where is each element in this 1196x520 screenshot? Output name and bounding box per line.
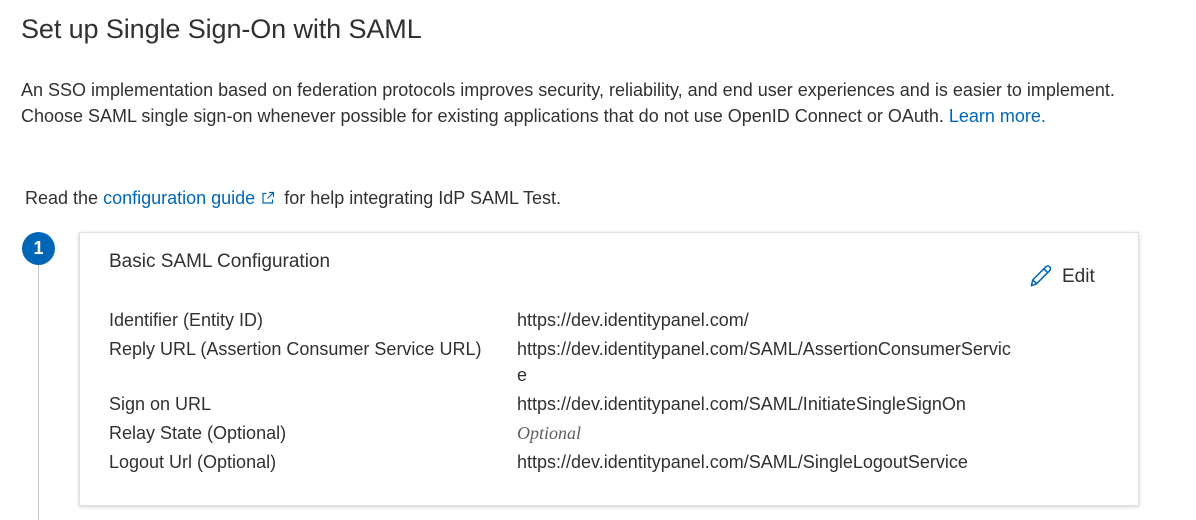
card-title: Basic SAML Configuration: [109, 251, 331, 272]
property-label: Logout Url (Optional): [109, 452, 277, 472]
edit-label: Edit: [1062, 265, 1095, 287]
property-label: Relay State (Optional): [109, 423, 287, 443]
property-value: https://dev.identitypanel.com/: [517, 310, 749, 330]
property-value-placeholder: Optional: [517, 423, 582, 443]
property-row-relay-state: Relay State (Optional) Optional: [109, 420, 1129, 446]
configuration-guide-link[interactable]: configuration guide: [103, 188, 255, 208]
property-label: Sign on URL: [109, 394, 212, 414]
configuration-guide-text: Read the configuration guide for help in…: [25, 185, 561, 211]
property-label: Reply URL (Assertion Consumer Service UR…: [109, 339, 482, 359]
property-row-reply-url: Reply URL (Assertion Consumer Service UR…: [109, 336, 1129, 388]
edit-button[interactable]: Edit: [1027, 263, 1095, 290]
step-number-badge: 1: [22, 232, 55, 265]
intro-paragraph: An SSO implementation based on federatio…: [21, 77, 1181, 129]
property-value: https://dev.identitypanel.com/SAML/Initi…: [517, 394, 966, 414]
learn-more-link[interactable]: Learn more.: [949, 106, 1046, 126]
basic-saml-configuration-card: Basic SAML Configuration Edit Identifier…: [79, 232, 1139, 506]
step-connector-line: [38, 265, 39, 520]
pencil-icon: [1030, 265, 1052, 287]
property-row-sign-on-url: Sign on URL https://dev.identitypanel.co…: [109, 391, 1129, 417]
property-value: https://dev.identitypanel.com/SAML/Asser…: [517, 339, 1011, 385]
property-value: https://dev.identitypanel.com/SAML/Singl…: [517, 452, 968, 472]
saml-properties-list: Identifier (Entity ID) https://dev.ident…: [109, 307, 1129, 478]
guide-suffix: for help integrating IdP SAML Test.: [279, 188, 562, 208]
saml-setup-page: Set up Single Sign-On with SAML An SSO i…: [0, 0, 1196, 520]
external-link-icon[interactable]: [261, 186, 275, 204]
property-label: Identifier (Entity ID): [109, 310, 264, 330]
property-row-logout-url: Logout Url (Optional) https://dev.identi…: [109, 449, 1129, 475]
guide-prefix: Read the: [25, 188, 104, 208]
page-title: Set up Single Sign-On with SAML: [21, 14, 422, 44]
property-row-identifier: Identifier (Entity ID) https://dev.ident…: [109, 307, 1129, 333]
